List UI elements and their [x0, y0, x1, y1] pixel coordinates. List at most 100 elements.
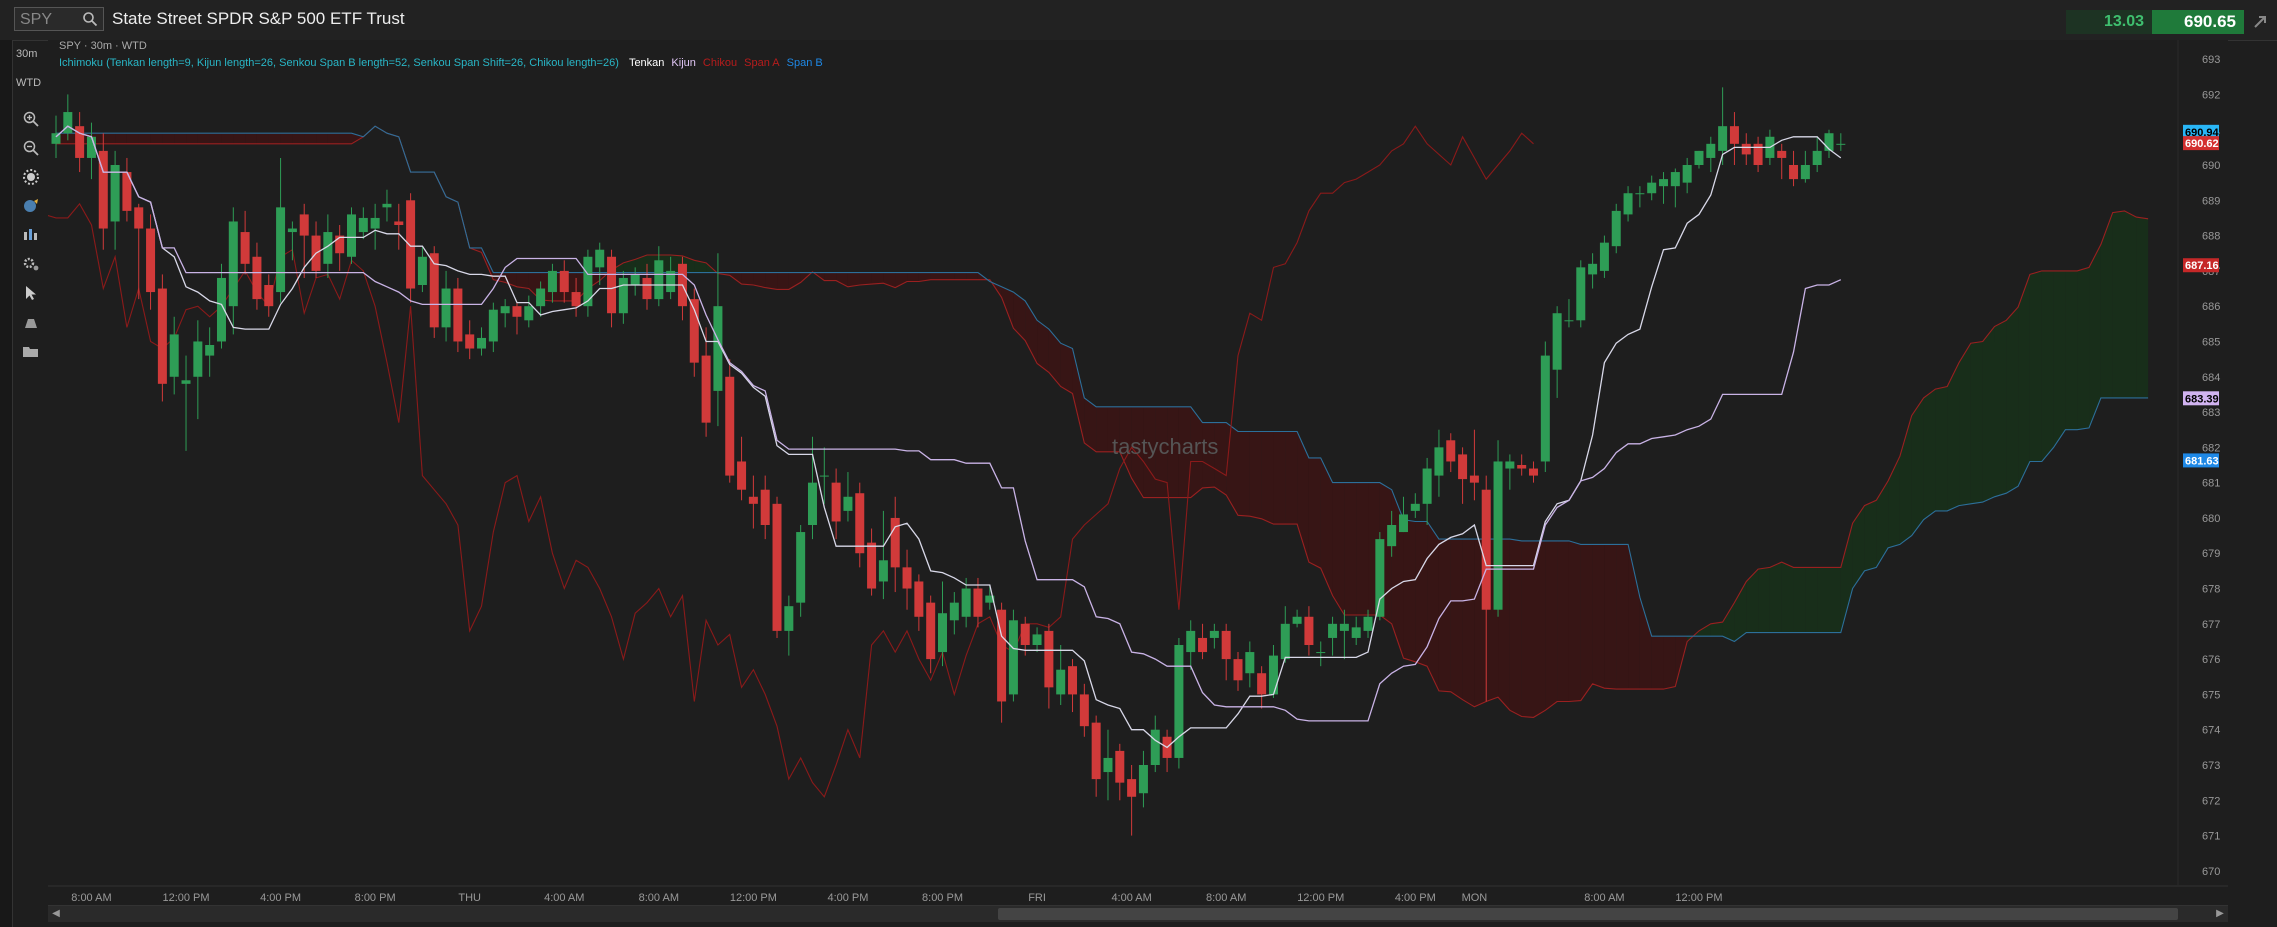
x-tick-label: 8:00 AM [1206, 892, 1246, 904]
candle-body [1552, 313, 1562, 370]
cloud-segment [1994, 320, 2007, 497]
y-tick-label: 683 [2202, 407, 2220, 419]
candle-body [465, 334, 475, 349]
candle-body [571, 292, 581, 307]
candle-body [299, 214, 309, 236]
candle-body [1564, 320, 1574, 322]
candle-body [347, 214, 356, 257]
y-tick-label: 679 [2202, 548, 2220, 560]
folder-icon[interactable] [22, 342, 40, 360]
cloud-segment [221, 133, 234, 144]
candle-body [1422, 468, 1432, 504]
cloud-segment [1829, 567, 1841, 633]
cloud-segment [245, 133, 257, 144]
legend-kijun: Kijun [671, 57, 696, 69]
x-tick-label: FRI [1028, 892, 1046, 904]
candle-body [760, 489, 770, 525]
price-label: 687.16 [2185, 260, 2219, 272]
cloud-segment [824, 272, 837, 281]
cloud-segment [2136, 217, 2149, 398]
candle-body [618, 277, 628, 314]
gear-icon[interactable] [22, 255, 40, 273]
chart-area[interactable]: 670 671 672 673 674 675 676 677 678 679 680 681 682 6… [48, 40, 2228, 905]
candle-body [1008, 620, 1018, 695]
scroll-left-arrow-icon[interactable]: ◀ [50, 907, 62, 921]
cloud-segment [871, 272, 884, 285]
y-tick-label: 673 [2202, 760, 2220, 772]
candle-body [737, 461, 747, 490]
horizontal-scrollbar[interactable]: ◀ ▶ [48, 905, 2228, 922]
cloud-segment [1238, 431, 1250, 517]
y-tick-label: 693 [2202, 54, 2220, 66]
cloud-segment [292, 133, 305, 144]
candle-body [1257, 673, 1267, 695]
x-tick-label: 8:00 AM [639, 892, 679, 904]
range-label[interactable]: WTD [16, 77, 41, 89]
candle-body [1209, 630, 1219, 638]
ichimoku-chart[interactable]: 6706716726736746756766776786796806816826… [48, 40, 2228, 905]
cloud-segment [1947, 362, 1960, 511]
y-tick-label: 675 [2202, 689, 2220, 701]
candle-body [1469, 475, 1479, 483]
candle-body [1529, 468, 1538, 476]
expand-icon[interactable] [2252, 14, 2268, 30]
cloud-segment [741, 272, 754, 285]
symbol-input[interactable]: SPY [20, 11, 52, 29]
cloud-segment [115, 133, 127, 144]
timeframe-label[interactable]: 30m [16, 48, 37, 60]
y-tick-label: 676 [2202, 654, 2220, 666]
bar-style-icon[interactable] [22, 226, 40, 244]
candle-body [228, 221, 238, 307]
zoom-in-icon[interactable] [22, 110, 40, 128]
cloud-segment [1911, 397, 1924, 536]
cloud-segment [1545, 540, 1558, 711]
candle-body [772, 503, 782, 631]
y-tick-label: 672 [2202, 795, 2220, 807]
search-icon[interactable] [82, 11, 98, 27]
x-tick-label: 12:00 PM [1297, 892, 1344, 904]
scroll-right-arrow-icon[interactable]: ▶ [2214, 907, 2226, 921]
candle-body [1517, 465, 1527, 469]
cloud-segment [954, 272, 967, 280]
candle-body [654, 260, 664, 300]
cursor-icon[interactable] [22, 284, 40, 302]
cloud-segment [1462, 539, 1475, 707]
candle-body [1020, 623, 1030, 645]
legend-span-a: Span A [744, 57, 780, 69]
candle-body [1505, 461, 1515, 469]
globe-drawing-icon[interactable] [22, 197, 40, 215]
candle-body [831, 482, 841, 522]
trendline-icon[interactable] [22, 313, 40, 331]
candle-body [914, 581, 924, 617]
cloud-segment [1273, 431, 1286, 525]
cloud-segment [966, 272, 978, 280]
candle-body [1351, 627, 1361, 638]
candle-body [819, 475, 829, 477]
candle-body [1741, 143, 1751, 155]
scroll-thumb[interactable] [998, 908, 2178, 920]
candle-body [878, 560, 888, 582]
cloud-segment [1604, 544, 1617, 690]
cloud-segment [174, 133, 187, 144]
price-label: 690.62 [2185, 138, 2219, 150]
candle-body [1103, 757, 1113, 773]
candle-body [642, 277, 652, 300]
candle-body [1647, 182, 1657, 194]
cloud-segment [1557, 540, 1569, 702]
cloud-segment [1663, 636, 1676, 690]
candle-body [63, 112, 73, 134]
candle-body [902, 567, 912, 589]
x-tick-label: 4:00 AM [544, 892, 584, 904]
candle-body [1706, 143, 1716, 158]
cloud-segment [2089, 244, 2101, 428]
y-tick-label: 680 [2202, 513, 2220, 525]
cloud-segment [942, 272, 955, 280]
symbol-search-box[interactable]: SPY [14, 7, 104, 31]
candle-body [146, 228, 156, 293]
y-tick-label: 688 [2202, 231, 2220, 243]
settings-burst-icon[interactable] [22, 168, 40, 186]
zoom-out-icon[interactable] [22, 139, 40, 157]
x-tick-label: 8:00 AM [71, 892, 111, 904]
candle-body [1079, 694, 1089, 727]
candle-body [1044, 630, 1054, 688]
